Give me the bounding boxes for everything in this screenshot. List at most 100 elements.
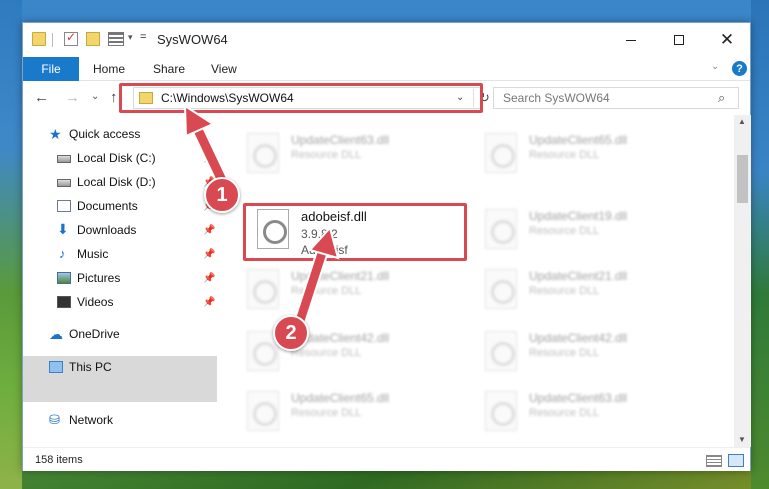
sidebar-item-label: Downloads xyxy=(77,223,137,237)
file-type: Resource DLL xyxy=(529,225,600,237)
sidebar-item-label: Local Disk (C:) xyxy=(77,151,156,165)
minimize-button[interactable] xyxy=(608,23,654,57)
search-input[interactable]: Search SysWOW64 ⌕ xyxy=(493,87,739,109)
sidebar-item-network[interactable]: ⛁ Network xyxy=(23,409,217,431)
forward-button[interactable]: → xyxy=(65,89,80,106)
sidebar-item-this-pc[interactable] xyxy=(23,378,217,402)
search-placeholder: Search SysWOW64 xyxy=(503,91,610,105)
customize-toolbar-icon[interactable]: = xyxy=(140,31,146,43)
sidebar-item-this-pc-selected[interactable]: This PC xyxy=(23,356,217,378)
dll-file-icon xyxy=(485,331,517,371)
computer-icon xyxy=(49,361,63,373)
item-count: 158 items xyxy=(35,454,83,466)
window-title: SysWOW64 xyxy=(157,32,228,47)
new-folder-icon[interactable] xyxy=(86,32,100,46)
sidebar-item-quick-access[interactable]: ★ Quick access xyxy=(23,123,217,145)
drive-icon xyxy=(57,179,71,187)
scroll-down-icon[interactable]: ▼ xyxy=(738,435,746,444)
dll-file-icon xyxy=(247,391,279,431)
pin-icon[interactable]: 📌 xyxy=(203,273,215,284)
file-type: Resource DLL xyxy=(529,285,600,297)
search-icon[interactable]: ⌕ xyxy=(718,90,725,106)
sidebar-item-videos[interactable]: Videos 📌 xyxy=(23,291,217,313)
sidebar-item-local-disk-d[interactable]: Local Disk (D:) 📌 xyxy=(23,171,217,193)
pin-icon[interactable]: 📌 xyxy=(203,225,215,236)
sidebar-item-onedrive[interactable]: ☁ OneDrive xyxy=(23,323,217,345)
dll-file-icon xyxy=(485,133,517,173)
maximize-icon xyxy=(674,35,684,45)
scroll-thumb[interactable] xyxy=(737,155,748,203)
sidebar-item-label: OneDrive xyxy=(69,327,120,341)
documents-icon xyxy=(57,200,71,212)
close-button[interactable]: ✕ xyxy=(704,23,750,57)
callout-badge-1: 1 xyxy=(204,177,240,213)
sidebar-item-label: Videos xyxy=(77,295,114,309)
tab-file[interactable]: File xyxy=(23,57,79,81)
help-icon[interactable]: ? xyxy=(732,61,747,76)
desktop-background-top xyxy=(0,0,769,22)
sidebar-item-label: Quick access xyxy=(69,127,141,141)
pin-icon[interactable]: 📌 xyxy=(203,249,215,260)
expand-ribbon-icon[interactable]: ⌄ xyxy=(711,61,719,72)
details-view-icon[interactable] xyxy=(706,455,722,467)
sidebar-item-documents[interactable]: Documents 📌 xyxy=(23,195,217,217)
recent-locations-button[interactable]: ⌄ xyxy=(91,91,99,102)
tab-home[interactable]: Home xyxy=(93,62,125,76)
sidebar-item-pictures[interactable]: Pictures 📌 xyxy=(23,267,217,289)
status-bar: 158 items xyxy=(23,447,750,471)
list-item[interactable]: UpdateClient19.dll Resource DLL xyxy=(477,205,707,255)
minimize-icon xyxy=(626,39,636,41)
dll-file-icon xyxy=(485,269,517,309)
file-name: UpdateClient21.dll xyxy=(529,269,628,283)
pin-icon[interactable]: 📌 xyxy=(203,297,215,308)
list-item[interactable]: UpdateClient63.dll Resource DLL xyxy=(239,129,469,179)
toolbar-separator xyxy=(52,33,53,47)
dll-file-icon xyxy=(485,209,517,249)
pictures-icon xyxy=(57,272,71,284)
file-name: UpdateClient63.dll xyxy=(529,391,628,405)
vertical-scrollbar[interactable]: ▲ ▼ xyxy=(734,115,751,447)
maximize-button[interactable] xyxy=(656,23,702,57)
pin-icon[interactable]: 📌 xyxy=(203,153,215,164)
large-icons-view-icon[interactable] xyxy=(728,454,744,467)
sidebar-item-music[interactable]: ♪ Music 📌 xyxy=(23,243,217,265)
list-item[interactable]: UpdateClient65.dll Resource DLL xyxy=(239,387,469,437)
tab-share[interactable]: Share xyxy=(153,62,185,76)
title-bar: ▾ = SysWOW64 ✕ xyxy=(23,23,750,57)
list-item[interactable]: UpdateClient65.dll Resource DLL xyxy=(477,129,707,179)
file-type: Resource DLL xyxy=(291,149,362,161)
music-icon: ♪ xyxy=(59,246,66,261)
tab-view[interactable]: View xyxy=(211,62,237,76)
star-icon: ★ xyxy=(49,126,62,142)
sidebar-item-label: Music xyxy=(77,247,109,261)
file-list: UpdateClient63.dll Resource DLL UpdateCl… xyxy=(217,115,734,447)
sidebar-item-local-disk-c[interactable]: Local Disk (C:) 📌 xyxy=(23,147,217,169)
sidebar-item-label: Local Disk (D:) xyxy=(77,175,156,189)
list-item[interactable]: UpdateClient42.dll Resource DLL xyxy=(477,327,707,377)
file-type: Resource DLL xyxy=(291,285,362,297)
list-item[interactable]: UpdateClient21.dll Resource DLL xyxy=(239,265,469,315)
file-type: Resource DLL xyxy=(529,347,600,359)
scroll-up-icon[interactable]: ▲ xyxy=(738,117,746,126)
videos-icon xyxy=(57,296,71,308)
file-type: Resource DLL xyxy=(529,407,600,419)
file-highlight xyxy=(243,203,467,261)
file-name: UpdateClient21.dll xyxy=(291,269,390,283)
sidebar-item-label: Documents xyxy=(77,199,138,213)
file-type: Resource DLL xyxy=(529,149,600,161)
address-bar-highlight xyxy=(119,83,483,113)
list-item[interactable]: UpdateClient21.dll Resource DLL xyxy=(477,265,707,315)
back-button[interactable]: ← xyxy=(34,89,49,106)
navigation-pane: ★ Quick access Local Disk (C:) 📌 Local D… xyxy=(23,115,217,447)
sidebar-item-downloads[interactable]: ⬇ Downloads 📌 xyxy=(23,219,217,241)
list-item[interactable]: UpdateClient63.dll Resource DLL xyxy=(477,387,707,437)
chevron-down-icon[interactable]: ▾ xyxy=(128,32,133,43)
navigation-bar: ← → ⌄ ↑ C:\Windows\SysWOW64 ⌄ ↻ Search S… xyxy=(23,81,750,115)
sidebar-item-label: Pictures xyxy=(77,271,121,285)
up-button[interactable]: ↑ xyxy=(110,89,118,106)
folder-icon[interactable] xyxy=(32,32,46,46)
properties-icon[interactable] xyxy=(64,30,78,46)
ribbon-tabs: File Home Share View ⌄ ? xyxy=(23,57,750,81)
view-toggle-icon[interactable] xyxy=(108,32,124,46)
file-name: UpdateClient42.dll xyxy=(529,331,628,345)
